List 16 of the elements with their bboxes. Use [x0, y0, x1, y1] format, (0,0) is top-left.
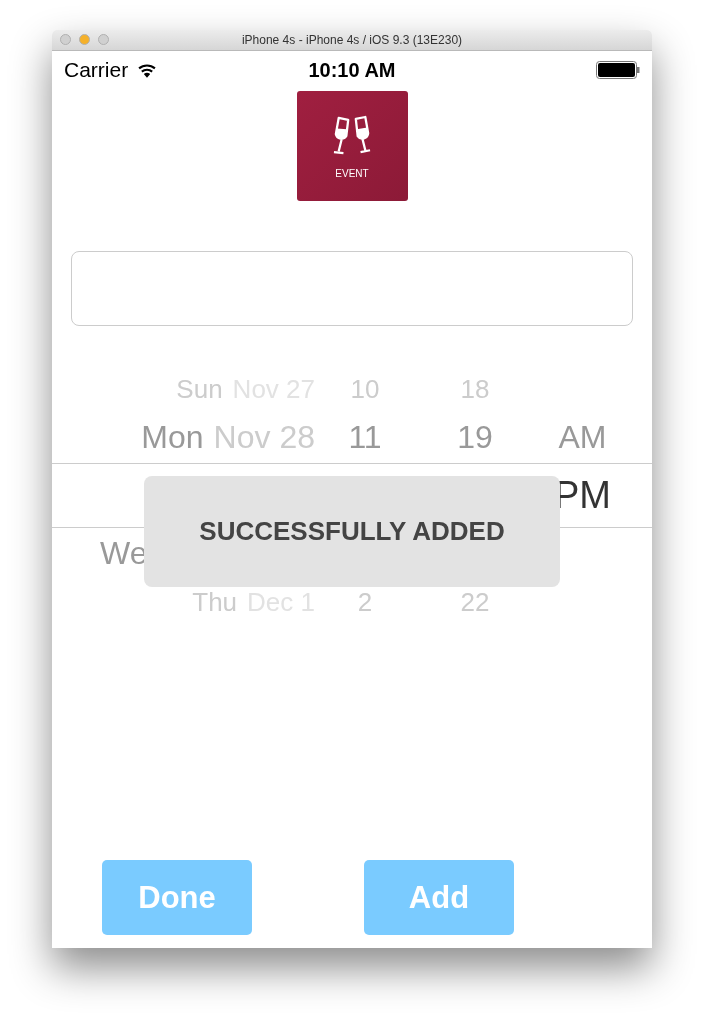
- carrier-label: Carrier: [64, 58, 129, 82]
- window-control[interactable]: [60, 34, 71, 45]
- status-time: 10:10 AM: [307, 58, 397, 82]
- event-tile[interactable]: EVENT: [296, 91, 408, 201]
- input-field[interactable]: [71, 251, 633, 326]
- battery-icon: [596, 61, 640, 79]
- picker-hour: 11: [348, 419, 382, 456]
- toast-message: SUCCESSFULLY ADDED: [199, 516, 505, 547]
- wifi-icon: [136, 61, 159, 79]
- picker-day: We: [100, 535, 148, 572]
- picker-minute: 19: [457, 419, 493, 456]
- window-title: iPhone 4s - iPhone 4s / iOS 9.3 (13E230): [241, 33, 463, 47]
- window-control[interactable]: [79, 34, 90, 45]
- picker-period: AM: [558, 419, 607, 456]
- window-control[interactable]: [98, 34, 109, 45]
- picker-day: Mon: [141, 419, 204, 456]
